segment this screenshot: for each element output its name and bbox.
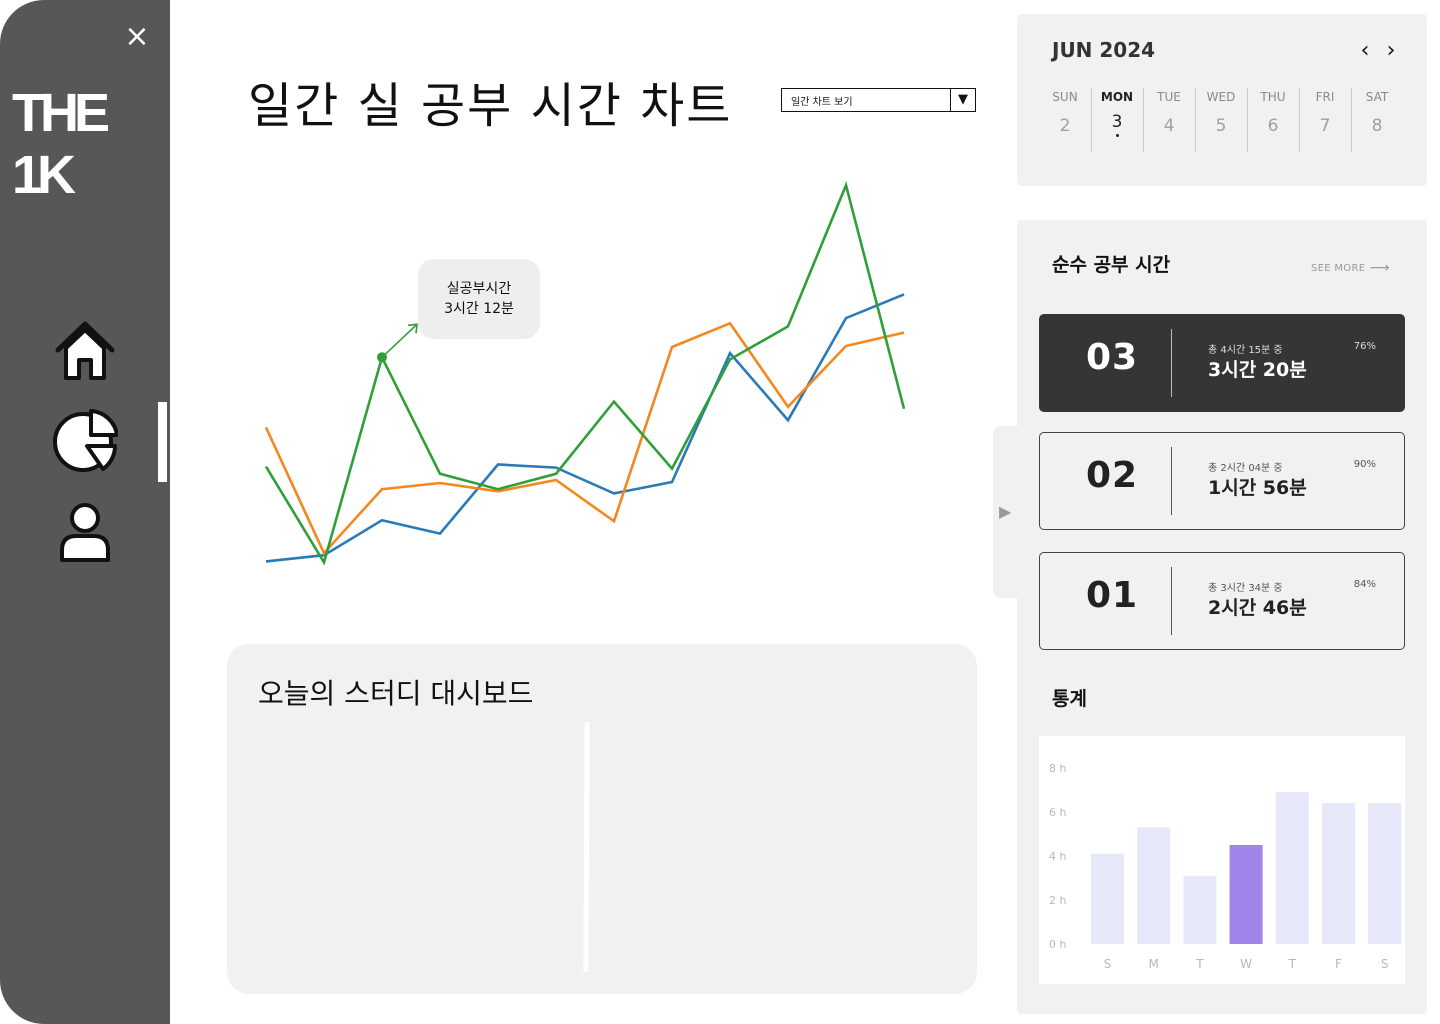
page: × THE 1K 일간 실 공부 시간 차트 일간 차트 보기 ▼ 실공부시간 …	[0, 0, 1440, 1024]
panel-title: 순수 공부 시간	[1052, 254, 1171, 276]
stats-bar[interactable]	[1275, 792, 1309, 944]
day-number: 5	[1215, 116, 1227, 136]
select-value: 일간 차트 보기	[791, 96, 853, 108]
total-time: 총 3시간 34분 중	[1208, 583, 1283, 594]
calendar-day-sun[interactable]: SUN 2	[1039, 86, 1091, 154]
chevron-left-icon[interactable]: ‹	[1354, 40, 1376, 62]
calendar-day-thu[interactable]: THU 6	[1247, 86, 1299, 154]
chart-view-select[interactable]: 일간 차트 보기 ▼	[781, 88, 976, 112]
rank-card[interactable]: 02 총 2시간 04분 중 1시간 56분 90%	[1039, 432, 1405, 530]
dashboard-title: 오늘의 스터디 대시보드	[258, 677, 534, 710]
rank-card[interactable]: 01 총 3시간 34분 중 2시간 46분 84%	[1039, 552, 1405, 650]
pie-chart-icon[interactable]	[52, 408, 119, 474]
chevron-down-icon[interactable]: ▼	[950, 89, 975, 111]
see-more-link[interactable]: SEE MORE ⟶	[1311, 260, 1390, 276]
calendar-day-mon[interactable]: MON 3	[1091, 86, 1143, 154]
x-tick-label: W	[1240, 957, 1252, 971]
y-tick-label: 2 h	[1049, 894, 1066, 907]
y-tick-label: 8 h	[1049, 762, 1066, 775]
day-number: 7	[1319, 116, 1331, 136]
day-number: 8	[1371, 116, 1383, 136]
actual-study-time: 3시간 20분	[1208, 359, 1307, 381]
y-tick-label: 0 h	[1049, 938, 1066, 951]
calendar-day-tue[interactable]: TUE 4	[1143, 86, 1195, 154]
day-of-week: WED	[1206, 90, 1236, 104]
calendar-day-wed[interactable]: WED 5	[1195, 86, 1247, 154]
study-percent: 84%	[1353, 579, 1376, 590]
series-line-3	[264, 181, 906, 566]
x-tick-label: T	[1288, 957, 1297, 971]
day-of-week: TUE	[1157, 90, 1181, 104]
day-number: 4	[1163, 116, 1175, 136]
study-percent: 76%	[1353, 341, 1376, 352]
card-divider	[1171, 329, 1172, 397]
rank-number: 03	[1086, 337, 1139, 378]
rank-number: 01	[1086, 575, 1139, 616]
selected-day-dot	[1115, 134, 1119, 137]
x-tick-label: T	[1195, 957, 1204, 971]
dashboard-divider	[583, 722, 590, 972]
card-divider	[1171, 567, 1172, 635]
tooltip-value: 3시간 12분	[444, 301, 514, 317]
calendar-month: JUN 2024	[1052, 38, 1156, 62]
x-tick-label: F	[1335, 957, 1342, 971]
x-tick-label: M	[1149, 957, 1159, 971]
total-time: 총 4시간 15분 중	[1208, 345, 1283, 356]
study-time-panel: 순수 공부 시간 SEE MORE ⟶ 03 총 4시간 15분 중 3시간 20…	[1017, 220, 1427, 1014]
day-number: 2	[1059, 116, 1071, 136]
tooltip-pointer-line	[381, 323, 418, 358]
stats-bar[interactable]	[1091, 853, 1124, 944]
nav-active-indicator	[158, 402, 167, 482]
rank-card[interactable]: 03 총 4시간 15분 중 3시간 20분 76%	[1039, 314, 1405, 412]
day-of-week: SUN	[1052, 90, 1078, 104]
day-of-week: SAT	[1365, 90, 1389, 104]
page-title: 일간 실 공부 시간 차트	[248, 78, 733, 134]
see-more-label: SEE MORE	[1311, 263, 1366, 274]
day-of-week: FRI	[1315, 90, 1335, 104]
stats-title: 통계	[1052, 688, 1087, 710]
rank-number: 02	[1086, 455, 1139, 496]
card-divider	[1171, 447, 1172, 515]
calendar-days: SUN 2 MON 3 TUE 4 WED 5 THU 6 FRI 7 SAT …	[1039, 86, 1424, 154]
y-tick-label: 4 h	[1049, 850, 1066, 863]
panel-collapse-tab[interactable]: ▶	[993, 426, 1019, 598]
study-percent: 90%	[1353, 459, 1376, 470]
day-number: 6	[1267, 116, 1279, 136]
close-icon[interactable]: ×	[120, 20, 154, 54]
play-icon: ▶	[999, 502, 1012, 521]
day-of-week: THU	[1260, 90, 1286, 104]
arrow-right-icon: ⟶	[1369, 260, 1390, 276]
logo: THE 1K	[12, 83, 110, 205]
x-tick-label: S	[1381, 957, 1389, 971]
actual-study-time: 1시간 56분	[1208, 477, 1307, 499]
y-tick-label: 6 h	[1049, 806, 1066, 819]
stats-bar[interactable]	[1229, 845, 1263, 944]
calendar-day-sat[interactable]: SAT 8	[1351, 86, 1403, 154]
actual-study-time: 2시간 46분	[1208, 597, 1307, 619]
stats-bar[interactable]	[1137, 827, 1171, 944]
x-tick-label: S	[1104, 957, 1112, 971]
total-time: 총 2시간 04분 중	[1208, 463, 1283, 474]
user-icon[interactable]	[52, 500, 118, 566]
home-icon[interactable]	[52, 318, 118, 384]
chevron-right-icon[interactable]: ›	[1380, 40, 1402, 62]
study-dashboard: 오늘의 스터디 대시보드	[227, 644, 977, 994]
day-of-week: MON	[1100, 90, 1134, 104]
stats-bar[interactable]	[1183, 875, 1217, 944]
stats-bar[interactable]	[1322, 803, 1355, 944]
chart-tooltip: 실공부시간 3시간 12분	[418, 259, 540, 339]
day-number: 3	[1111, 112, 1123, 132]
weekly-stats-bar-chart: 0 h 2 h 4 h 6 h 8 h S M T W T F S	[1039, 736, 1405, 984]
stats-bar[interactable]	[1368, 803, 1402, 944]
study-time-line-chart	[264, 181, 906, 566]
calendar-day-fri[interactable]: FRI 7	[1299, 86, 1351, 154]
sidebar: × THE 1K	[0, 0, 170, 1024]
week-calendar: JUN 2024 ‹ › SUN 2 MON 3 TUE 4 WED 5 THU	[1017, 14, 1427, 186]
tooltip-label: 실공부시간	[446, 281, 512, 297]
